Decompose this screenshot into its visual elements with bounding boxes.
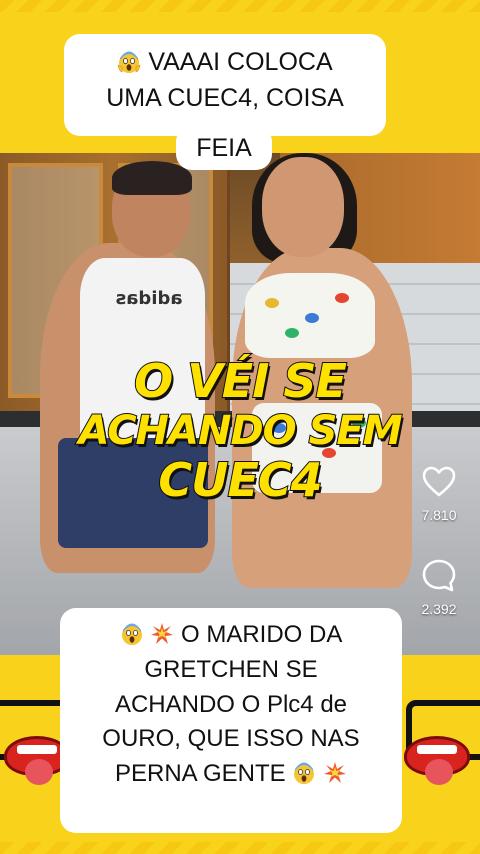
bottom-caption-line-2: GRETCHEN SE [144, 655, 318, 683]
bottom-caption-line-4: OURO, QUE ISSO NAS [102, 725, 360, 753]
top-caption: VAAAI COLOCA UMA CUEC4, COISA [64, 34, 386, 136]
scream-emoji-icon [117, 48, 141, 73]
overlay-caption-line-1: O VÉI SE [133, 354, 348, 409]
comment-bubble-icon[interactable] [421, 558, 457, 592]
top-caption-tail: FEIA [176, 126, 272, 170]
bottom-caption: O MARIDO DA GRETCHEN SE ACHANDO O Plc4 d… [60, 608, 402, 833]
top-caption-line-3: FEIA [196, 134, 252, 162]
bottom-caption-text-5: PERNA GENTE [114, 760, 286, 788]
like-action[interactable]: 7.810 [414, 466, 464, 523]
scream-emoji-icon [120, 622, 144, 646]
top-caption-line-1: VAAAI COLOCA [72, 44, 378, 80]
woman-top [245, 273, 375, 358]
bottom-caption-line-5: PERNA GENTE [68, 757, 394, 792]
comment-count: 2.392 [421, 601, 457, 617]
scream-emoji-icon [292, 761, 316, 785]
top-caption-text-1: VAAAI COLOCA [148, 48, 333, 76]
overlay-caption-line-2: ACHANDO SEM [77, 407, 403, 455]
overlay-caption-line-3: CUEC4 [157, 452, 323, 507]
shirt-logo: adidas [115, 288, 183, 309]
man-hair [112, 161, 192, 195]
collision-emoji-icon [323, 761, 347, 785]
comment-action[interactable]: 2.392 [414, 558, 464, 617]
video-overlay-caption: O VÉI SE ACHANDO SEM CUEC4 [40, 354, 440, 508]
top-caption-line-2: UMA CUEC4, COISA [106, 84, 344, 113]
collision-emoji-icon [150, 622, 174, 646]
bottom-caption-line-1: O MARIDO DA [68, 618, 394, 653]
bottom-caption-line-3: ACHANDO O Plc4 de [114, 690, 348, 718]
heart-icon[interactable] [422, 466, 456, 498]
like-count: 7.810 [421, 507, 457, 523]
mouth-decoration-right [404, 736, 470, 785]
decor-pattern-top [0, 0, 480, 12]
bottom-caption-text-1: O MARIDO DA [181, 621, 343, 648]
decor-pattern-bottom [0, 842, 480, 854]
woman-head [262, 157, 344, 257]
